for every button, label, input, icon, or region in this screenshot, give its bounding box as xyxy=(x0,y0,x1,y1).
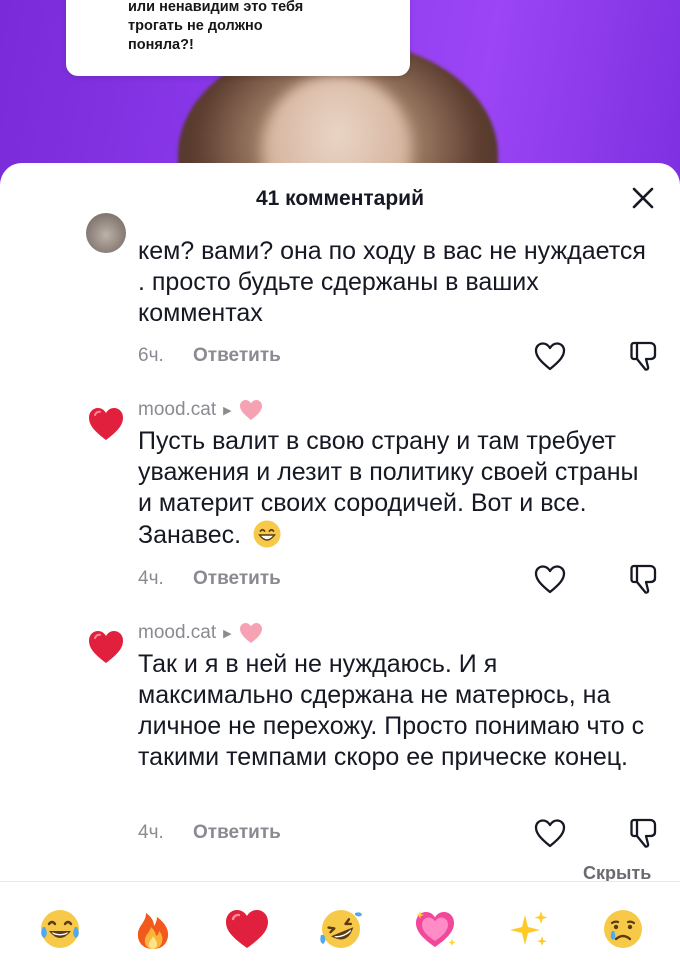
sparkles-icon xyxy=(510,911,548,946)
comments-sheet: 41 комментарий кем? вами? она по ходу в … xyxy=(0,163,680,972)
avatar[interactable] xyxy=(86,213,126,253)
heart-outline-icon xyxy=(534,342,566,371)
comment-meta: 4ч. Ответить xyxy=(138,568,281,590)
pink-heart-icon xyxy=(239,623,262,643)
close-button[interactable] xyxy=(628,183,658,213)
heart-outline-icon xyxy=(534,819,566,848)
red-heart-icon xyxy=(226,910,268,948)
comment-meta: 6ч. Ответить xyxy=(138,345,281,367)
dislike-icon xyxy=(630,564,657,594)
play-arrow-icon: ▶ xyxy=(223,404,232,417)
like-button[interactable] xyxy=(533,340,567,372)
caption-line-3: поняла?! xyxy=(128,37,194,53)
comment-text: Так и я в ней не нуждаюсь. И я максималь… xyxy=(138,650,645,771)
tears-of-joy-icon xyxy=(41,910,79,948)
comment-time: 6ч. xyxy=(138,345,164,366)
emoji-reaction-bar xyxy=(0,881,680,972)
avatar[interactable] xyxy=(86,627,126,667)
comment-text-body: Пусть валит в свою страну и там требует … xyxy=(138,427,639,549)
dislike-icon xyxy=(630,341,657,371)
caption-line-1: или ненавидим это тебя xyxy=(128,0,304,15)
reply-button[interactable]: Ответить xyxy=(193,568,281,590)
comment-time: 4ч. xyxy=(138,822,164,843)
comment-time: 4ч. xyxy=(138,568,164,589)
comment-text: кем? вами? она по ходу в вас не нуждаетс… xyxy=(138,237,646,327)
emoji-button[interactable] xyxy=(128,904,178,954)
like-button[interactable] xyxy=(533,817,567,849)
rolling-laughing-icon xyxy=(320,910,362,948)
play-arrow-icon: ▶ xyxy=(223,627,232,640)
reply-button[interactable]: Ответить xyxy=(193,822,281,844)
emoji-button[interactable] xyxy=(504,904,554,954)
reply-button[interactable]: Ответить xyxy=(193,345,281,367)
dislike-button[interactable] xyxy=(628,817,662,849)
dislike-button[interactable] xyxy=(628,563,662,595)
sparkling-heart-icon xyxy=(416,911,456,947)
comment-username[interactable]: mood.cat xyxy=(138,622,216,644)
emoji-button[interactable] xyxy=(410,904,460,954)
emoji-button[interactable] xyxy=(222,904,272,954)
heart-outline-icon xyxy=(534,565,566,594)
caption-line-2: трогать не должно xyxy=(128,18,263,34)
pink-heart-icon xyxy=(239,400,262,420)
dislike-button[interactable] xyxy=(628,340,662,372)
grinning-face-icon xyxy=(253,520,281,548)
video-caption-box: или ненавидим это тебя трогать не должно… xyxy=(66,0,410,76)
emoji-button[interactable] xyxy=(35,904,85,954)
avatar[interactable] xyxy=(86,404,126,444)
fire-icon xyxy=(137,913,169,949)
crying-face-icon xyxy=(604,910,642,948)
comment-username[interactable]: mood.cat xyxy=(138,399,216,421)
dislike-icon xyxy=(630,818,657,848)
comment-meta: 4ч. Ответить xyxy=(138,822,281,844)
like-button[interactable] xyxy=(533,563,567,595)
comment-username-row: mood.cat ▶ xyxy=(138,397,264,423)
emoji-button[interactable] xyxy=(316,904,366,954)
comment-text: Пусть валит в свою страну и там требует … xyxy=(138,426,658,551)
emoji-button[interactable] xyxy=(598,904,648,954)
close-icon xyxy=(632,187,654,209)
comment-username-row: mood.cat ▶ xyxy=(138,620,264,646)
comments-count-title: 41 комментарий xyxy=(255,187,425,210)
red-heart-icon xyxy=(89,408,123,440)
red-heart-icon xyxy=(89,631,123,663)
